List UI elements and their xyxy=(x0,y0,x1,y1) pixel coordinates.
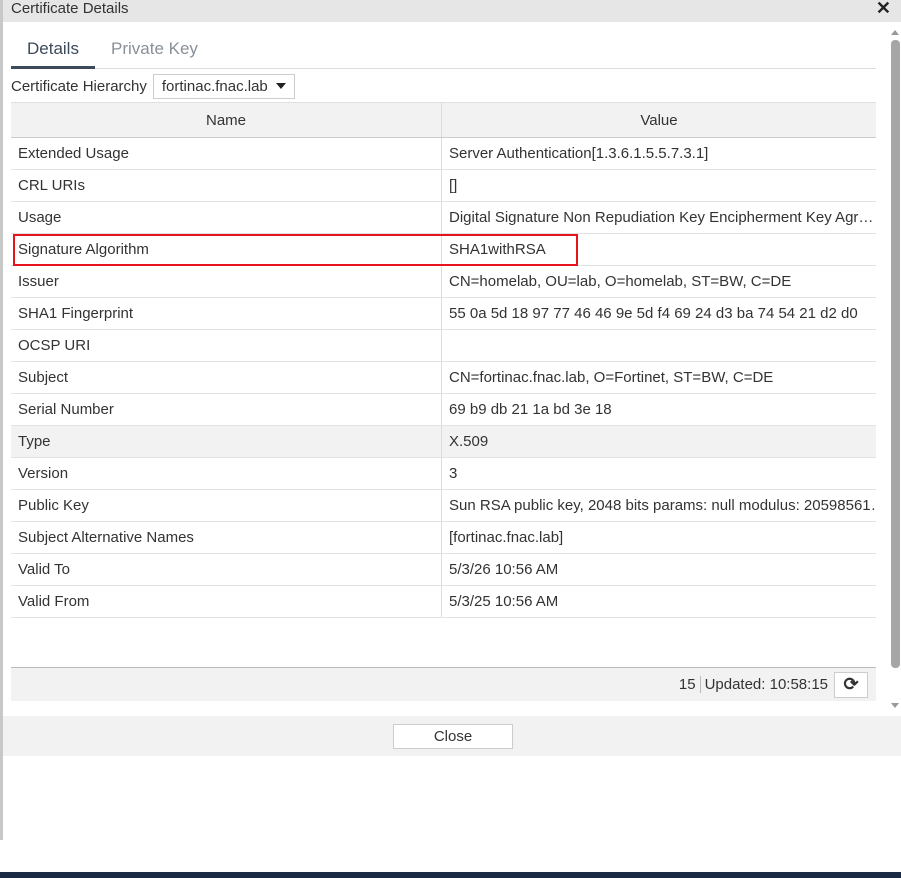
certificate-hierarchy: Certificate Hierarchy fortinac.fnac.lab xyxy=(11,73,295,99)
cell-name: OCSP URI xyxy=(11,330,442,361)
column-header-name[interactable]: Name xyxy=(11,103,442,137)
scroll-down-icon[interactable] xyxy=(891,703,899,708)
background-page-edge xyxy=(0,0,3,840)
cell-name: Version xyxy=(11,458,442,489)
cell-value: Sun RSA public key, 2048 bits params: nu… xyxy=(449,497,876,514)
cell-name: CRL URIs xyxy=(11,170,442,201)
tab-details[interactable]: Details xyxy=(27,39,79,59)
active-tab-indicator xyxy=(11,66,95,69)
column-header-value[interactable]: Value xyxy=(442,103,876,137)
cell-name: Serial Number xyxy=(11,394,442,425)
cell-value: Server Authentication[1.3.6.1.5.5.7.3.1] xyxy=(449,145,709,162)
table-row[interactable]: Issuer CN=homelab, OU=lab, O=homelab, ST=… xyxy=(11,266,876,298)
scrollbar-thumb[interactable] xyxy=(891,40,900,668)
cell-name: Type xyxy=(11,426,442,457)
table-row[interactable]: Subject CN=fortinac.fnac.lab, O=Fortinet,… xyxy=(11,362,876,394)
cell-name: Issuer xyxy=(11,266,442,297)
table-header: Name Value xyxy=(11,102,876,138)
table-row[interactable]: SHA1 Fingerprint 55 0a 5d 18 97 77 46 46 … xyxy=(11,298,876,330)
table-row[interactable]: Version 3 xyxy=(11,458,876,490)
refresh-icon: ⟳ xyxy=(843,674,859,694)
cell-value: 55 0a 5d 18 97 77 46 46 9e 5d f4 69 24 d… xyxy=(449,305,858,322)
table-row[interactable]: Subject Alternative Names [fortinac.fnac.… xyxy=(11,522,876,554)
table-footer: 15 Updated: 10:58:15 ⟳ xyxy=(11,667,876,701)
table-row[interactable]: Extended Usage Server Authentication[1.3.… xyxy=(11,138,876,170)
cell-value: [] xyxy=(449,177,458,194)
certificate-hierarchy-label: Certificate Hierarchy xyxy=(11,77,147,95)
cell-value: CN=homelab, OU=lab, O=homelab, ST=BW, C=… xyxy=(449,273,792,290)
cell-value: Digital Signature Non Repudiation Key En… xyxy=(449,209,874,226)
certificate-details-table: Name Value Extended Usage Server Authenti… xyxy=(11,102,876,618)
cell-value: 5/3/26 10:56 AM xyxy=(449,561,559,578)
dialog-titlebar: Certificate Details ✕ xyxy=(3,0,901,22)
tab-bar: Details Private Key xyxy=(11,30,876,69)
cell-value: 3 xyxy=(449,465,458,482)
scrollbar[interactable] xyxy=(890,28,901,714)
selected-certificate: fortinac.fnac.lab xyxy=(161,77,268,95)
highlight-box xyxy=(13,234,578,266)
table-row[interactable]: OCSP URI xyxy=(11,330,876,362)
cell-name: Valid From xyxy=(11,586,442,617)
table-row[interactable]: CRL URIs [] xyxy=(11,170,876,202)
table-row[interactable]: Type X.509 xyxy=(11,426,876,458)
cell-name: SHA1 Fingerprint xyxy=(11,298,442,329)
table-row[interactable]: Valid From 5/3/25 10:56 AM xyxy=(11,586,876,618)
refresh-button[interactable]: ⟳ xyxy=(834,671,868,698)
certificate-hierarchy-select[interactable]: fortinac.fnac.lab xyxy=(152,73,295,99)
cell-value: [fortinac.fnac.lab] xyxy=(449,529,564,546)
caret-down-icon xyxy=(275,83,286,89)
scroll-up-icon[interactable] xyxy=(891,30,899,35)
row-count: 15 xyxy=(679,676,701,693)
cell-name: Subject xyxy=(11,362,442,393)
table-row[interactable]: Usage Digital Signature Non Repudiation K… xyxy=(11,202,876,234)
cell-value: 69 b9 db 21 1a bd 3e 18 xyxy=(449,401,612,418)
cell-name: Usage xyxy=(11,202,442,233)
updated-time: Updated: 10:58:15 xyxy=(704,676,828,693)
cell-value xyxy=(442,330,876,361)
cell-name: Subject Alternative Names xyxy=(11,522,442,553)
close-icon[interactable]: ✕ xyxy=(876,0,891,19)
dialog-title: Certificate Details xyxy=(11,0,129,17)
table-row[interactable]: Serial Number 69 b9 db 21 1a bd 3e 18 xyxy=(11,394,876,426)
tab-private-key[interactable]: Private Key xyxy=(111,39,198,59)
table-row[interactable]: Public Key Sun RSA public key, 2048 bits … xyxy=(11,490,876,522)
close-button[interactable]: Close xyxy=(393,724,513,749)
taskbar-edge xyxy=(0,872,901,878)
table-row[interactable]: Valid To 5/3/26 10:56 AM xyxy=(11,554,876,586)
cell-value: CN=fortinac.fnac.lab, O=Fortinet, ST=BW,… xyxy=(449,369,774,386)
cell-name: Public Key xyxy=(11,490,442,521)
cell-name: Extended Usage xyxy=(11,138,442,169)
cell-name: Valid To xyxy=(11,554,442,585)
cell-value: X.509 xyxy=(449,433,489,450)
cell-value: 5/3/25 10:56 AM xyxy=(449,593,559,610)
